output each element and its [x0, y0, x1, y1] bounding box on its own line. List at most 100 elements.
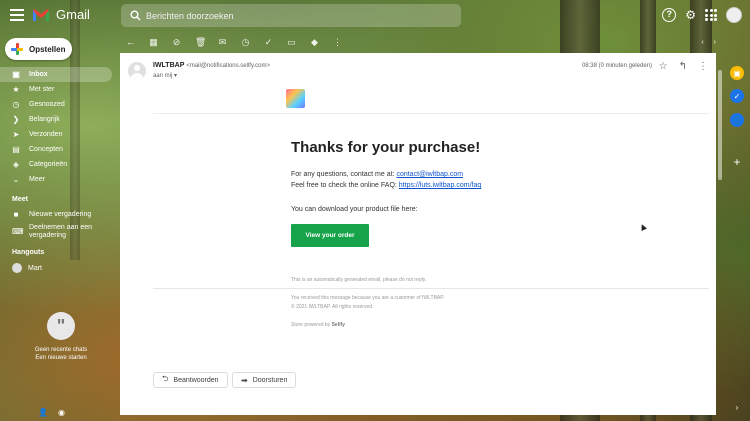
reply-button-label: Beantwoorden — [173, 376, 219, 384]
chevron-down-icon: ▾ — [174, 73, 178, 79]
side-panel-rail: ▣ ✓ 👤 + › — [726, 0, 750, 421]
expand-panel-icon[interactable]: › — [730, 400, 744, 414]
download-text: You can download your product file here: — [291, 206, 418, 213]
message-toolbar: ← ▦ ⊘ 🗑 ✉ ◷ ✓ ▭ ◆ ⋮ ‹ › — [126, 35, 716, 49]
sender-name[interactable]: IWLTBAP — [153, 62, 184, 69]
sidebar-item-label: Verzonden — [29, 131, 63, 138]
hangouts-section-title: Hangouts — [12, 249, 45, 256]
join-meeting-label: Deelnemen aan een vergadering — [29, 224, 93, 239]
compose-label: Opstellen — [29, 44, 66, 54]
sidebar-item-sent[interactable]: ➤ Verzonden — [0, 127, 112, 142]
person-icon[interactable]: 👤 — [38, 408, 48, 417]
plus-icon — [11, 43, 23, 55]
meet-section-title: Meet — [12, 196, 28, 203]
main-menu-icon[interactable] — [10, 9, 24, 21]
faq-link[interactable]: https://luts.iwltbap.com/faq — [399, 182, 481, 189]
prev-message-icon[interactable]: ‹ — [701, 39, 703, 46]
star-icon: ★ — [12, 84, 20, 94]
divider — [153, 113, 709, 114]
compose-button[interactable]: Opstellen — [5, 38, 72, 60]
hangouts-empty-state: " Geen recente chats Een nieuwe starten — [30, 312, 92, 362]
message-date: 08:38 (0 minuten geleden) — [581, 63, 652, 69]
contact-email-link[interactable]: contact@iwltbap.com — [396, 171, 463, 178]
hangouts-icon[interactable]: ◉ — [58, 408, 65, 417]
video-camera-icon: ■ — [13, 209, 19, 219]
recipient-line[interactable]: aan mij ▾ — [153, 72, 177, 79]
report-spam-icon[interactable]: ⊘ — [172, 37, 181, 48]
view-order-button[interactable]: View your order — [291, 224, 369, 247]
new-meeting-link[interactable]: ■ Nieuwe vergadering — [0, 207, 112, 222]
app-title: Gmail — [56, 7, 90, 22]
search-input[interactable] — [146, 10, 426, 21]
sidebar-item-more[interactable]: ⌄ Meer — [0, 172, 112, 187]
delete-icon[interactable]: 🗑 — [195, 37, 206, 48]
sidebar-item-categories[interactable]: ◈ Categorieën — [0, 157, 112, 172]
move-to-icon[interactable]: ▭ — [287, 37, 296, 48]
sidebar-item-label: Categorieën — [29, 161, 68, 168]
sidebar-item-snoozed[interactable]: ◷ Gesnoozed — [0, 97, 112, 112]
search-icon[interactable] — [124, 5, 146, 27]
clock-icon: ◷ — [12, 99, 20, 109]
forward-button[interactable]: ➡ Doorsturen — [232, 372, 297, 388]
add-task-icon[interactable]: ✓ — [264, 37, 273, 48]
sender-email: <mail@notifications.sellfy.com> — [186, 63, 271, 69]
label-important-icon: ❯ — [12, 114, 20, 124]
customer-note: You received this message because you ar… — [291, 295, 445, 301]
star-message-icon[interactable]: ☆ — [659, 61, 668, 72]
help-icon[interactable]: ? — [662, 8, 677, 22]
settings-gear-icon[interactable]: ⚙ — [685, 9, 696, 21]
sender-line: IWLTBAP <mail@notifications.sellfy.com> — [153, 62, 270, 69]
label-icon[interactable]: ◆ — [310, 37, 319, 48]
sidebar-item-drafts[interactable]: ▤ Concepten — [0, 142, 112, 157]
faq-line: Feel free to check the online FAQ: https… — [291, 182, 481, 189]
calendar-icon[interactable]: ▣ — [730, 66, 744, 80]
mouse-cursor-icon — [639, 223, 647, 231]
quote-bubble-icon: " — [47, 312, 75, 340]
start-new-chat-link[interactable]: Een nieuwe starten — [30, 354, 92, 362]
send-icon: ➤ — [12, 129, 20, 139]
scrollbar[interactable] — [718, 70, 722, 180]
back-arrow-icon[interactable]: ← — [126, 37, 135, 47]
top-bar: Gmail ? ⚙ — [0, 0, 750, 32]
powered-by-text: Store powered by Sellfy — [291, 322, 345, 328]
contact-line: For any questions, contact me at: contac… — [291, 171, 463, 178]
store-logo — [286, 89, 305, 108]
gmail-logo[interactable]: Gmail — [32, 7, 90, 22]
keyboard-icon: ⌨ — [12, 227, 24, 236]
divider — [153, 288, 709, 289]
reply-button[interactable]: ⮌ Beantwoorden — [153, 372, 228, 388]
no-recent-chats-text: Geen recente chats — [34, 347, 88, 353]
copyright-text: © 2021 IWLTBAP. All rights reserved. — [291, 304, 374, 310]
sidebar-item-label: Belangrijk — [29, 116, 60, 123]
sidebar-item-label: Meer — [29, 176, 45, 183]
forward-arrow-icon: ➡ — [241, 375, 248, 385]
sidebar-nav: ▣ Inbox ★ Met ster ◷ Gesnoozed ❯ Belangr… — [0, 67, 112, 273]
reply-icon[interactable]: ↰ — [679, 61, 687, 72]
sidebar-item-important[interactable]: ❯ Belangrijk — [0, 112, 112, 127]
sidebar-item-inbox[interactable]: ▣ Inbox — [0, 67, 112, 82]
reply-arrow-icon: ⮌ — [162, 374, 169, 383]
snooze-icon[interactable]: ◷ — [241, 37, 250, 48]
contact-text: For any questions, contact me at: — [291, 171, 397, 178]
keep-icon[interactable]: ✓ — [730, 89, 744, 103]
search-bar[interactable] — [121, 4, 461, 27]
archive-icon[interactable]: ▦ — [149, 37, 158, 48]
message-view: IWLTBAP <mail@notifications.sellfy.com> … — [120, 53, 716, 415]
more-options-icon[interactable]: ⋮ — [333, 37, 342, 48]
add-addon-icon[interactable]: + — [730, 155, 744, 169]
draft-icon: ▤ — [12, 144, 20, 154]
auto-generated-note: This is an automatically generated email… — [291, 277, 427, 283]
join-meeting-link[interactable]: ⌨ Deelnemen aan een vergadering — [0, 224, 112, 240]
avatar — [12, 263, 22, 273]
sellfy-link[interactable]: Sellfy — [332, 322, 345, 328]
apps-grid-icon[interactable] — [705, 9, 717, 21]
mark-unread-icon[interactable]: ✉ — [218, 37, 227, 48]
next-message-icon[interactable]: › — [714, 39, 716, 46]
sidebar-item-starred[interactable]: ★ Met ster — [0, 82, 112, 97]
contacts-icon[interactable]: 👤 — [730, 113, 744, 127]
faq-text: Feel free to check the online FAQ: — [291, 182, 399, 189]
more-actions-icon[interactable]: ⋮ — [698, 61, 708, 72]
hangouts-user[interactable]: Mart — [0, 263, 112, 273]
sender-avatar — [128, 62, 146, 80]
chevron-down-icon: ⌄ — [12, 174, 20, 184]
